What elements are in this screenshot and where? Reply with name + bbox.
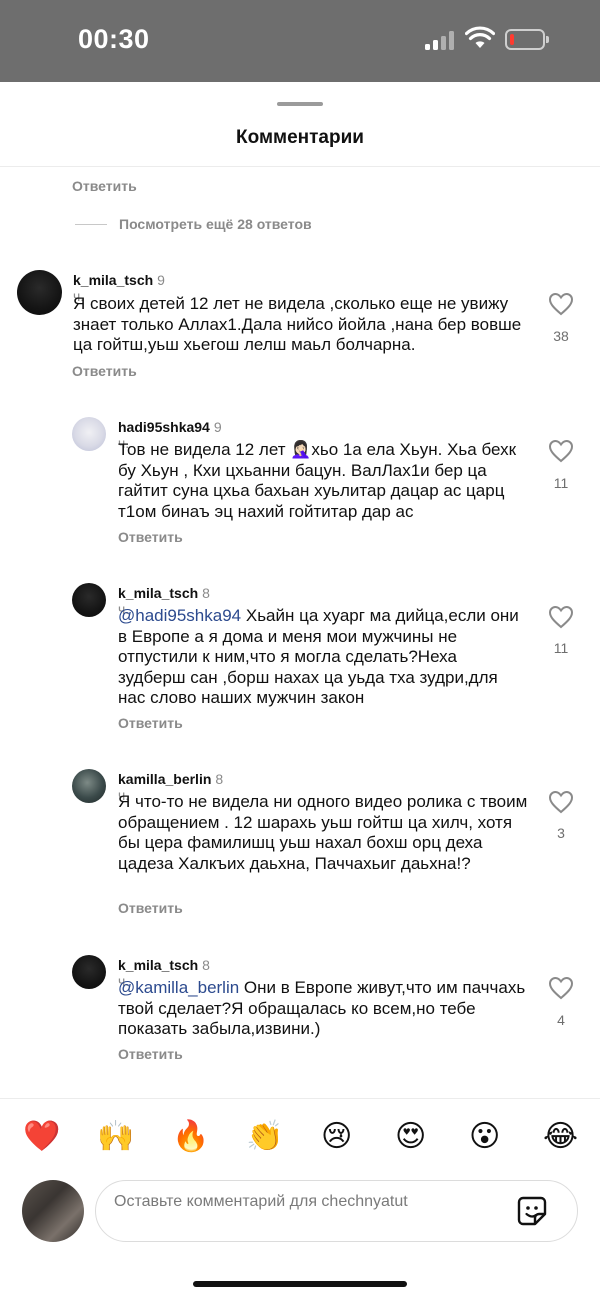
wifi-icon — [465, 26, 495, 48]
heart-icon[interactable] — [548, 605, 574, 629]
avatar[interactable] — [72, 583, 106, 617]
quick-reactions-bar: ❤️ 🙌 🔥 👏 😢 😍 😮 😂 — [0, 1120, 600, 1160]
view-more-replies-button[interactable]: Посмотреть ещё 28 ответов — [75, 216, 312, 232]
comment-text: Тов не видела 12 лет 🤦🏻‍♀️хьо 1а ела Хьу… — [118, 440, 517, 521]
sticker-icon[interactable] — [516, 1195, 548, 1227]
heart-icon[interactable] — [548, 292, 574, 316]
clapping-emoji-button[interactable]: 👏 — [246, 1120, 283, 1154]
heart-icon[interactable] — [548, 439, 574, 463]
comment-username[interactable]: k_mila_tsch — [118, 957, 198, 973]
like-count: 11 — [553, 475, 569, 491]
reply-button[interactable]: Ответить — [72, 178, 137, 194]
comment-text: Я своих детей 12 лет не видела ,сколько … — [73, 294, 522, 354]
comment-username[interactable]: k_mila_tsch — [73, 272, 153, 288]
mention-link[interactable]: @kamilla_berlin — [118, 978, 239, 997]
comment-text: Я что-то не видела ни одного видео ролик… — [118, 792, 528, 873]
laughing-emoji-button[interactable]: 😂 — [543, 1120, 578, 1154]
comment-username[interactable]: kamilla_berlin — [118, 771, 211, 787]
view-more-replies-label: Посмотреть ещё 28 ответов — [119, 216, 312, 232]
heart-eyes-emoji-button[interactable]: 😍 — [395, 1120, 426, 1154]
avatar[interactable] — [17, 270, 62, 315]
comment-username[interactable]: hadi95shka94 — [118, 419, 210, 435]
surprised-emoji-button[interactable]: 😮 — [469, 1120, 500, 1154]
home-indicator[interactable] — [193, 1281, 407, 1287]
sheet-grabber[interactable] — [277, 102, 323, 106]
like-count: 11 — [553, 640, 569, 656]
avatar[interactable] — [72, 769, 106, 803]
heart-icon[interactable] — [548, 790, 574, 814]
reply-button[interactable]: Ответить — [118, 529, 183, 545]
reply-button[interactable]: Ответить — [72, 363, 137, 379]
facepalm-emoji: 🤦🏻‍♀️ — [290, 440, 312, 459]
mention-link[interactable]: @hadi95shka94 — [118, 606, 241, 625]
my-avatar — [22, 1180, 84, 1242]
sheet-title: Комментарии — [236, 127, 364, 148]
fire-emoji-button[interactable]: 🔥 — [172, 1120, 209, 1154]
divider — [0, 166, 600, 167]
divider — [0, 1098, 600, 1099]
reply-button[interactable]: Ответить — [118, 715, 183, 731]
raised-hands-emoji-button[interactable]: 🙌 — [97, 1120, 134, 1154]
comment-text: @hadi95shka94 Хьайн ца хуарг ма дийца,ес… — [118, 606, 519, 707]
heart-emoji-button[interactable]: ❤️ — [23, 1120, 60, 1154]
like-count: 3 — [557, 825, 565, 841]
heart-icon[interactable] — [548, 976, 574, 1000]
comment-username[interactable]: k_mila_tsch — [118, 585, 198, 601]
avatar[interactable] — [72, 417, 106, 451]
reply-button[interactable]: Ответить — [118, 1046, 183, 1062]
comment-input-placeholder: Оставьте комментарий для chechnyatut — [114, 1193, 408, 1210]
comment-input[interactable]: Оставьте комментарий для chechnyatut — [95, 1180, 578, 1242]
cellular-signal-icon — [425, 30, 457, 50]
status-time: 00:30 — [78, 24, 150, 54]
crying-emoji-button[interactable]: 😢 — [321, 1120, 352, 1154]
reply-button[interactable]: Ответить — [118, 900, 183, 916]
avatar[interactable] — [72, 955, 106, 989]
battery-icon — [505, 29, 549, 50]
like-count: 4 — [557, 1012, 565, 1028]
comment-text: @kamilla_berlin Они в Европе живут,что и… — [118, 978, 526, 1038]
like-count: 38 — [553, 328, 569, 344]
comments-sheet: Комментарии Ответить Посмотреть ещё 28 о… — [0, 82, 600, 1300]
status-bar: 00:30 — [0, 0, 600, 82]
